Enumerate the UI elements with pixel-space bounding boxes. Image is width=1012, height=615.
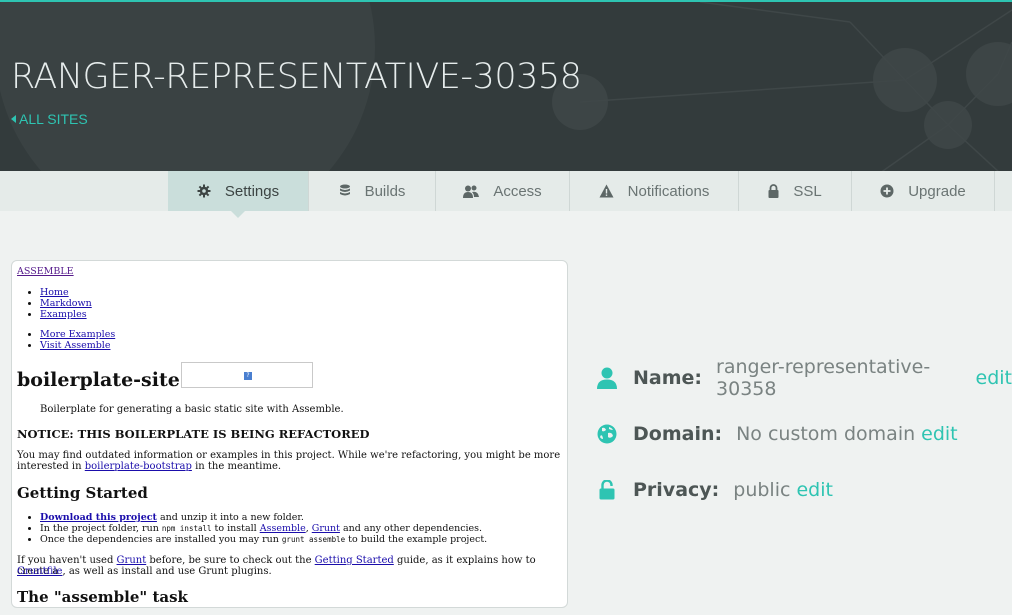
- preview-steps: Download this project and unzip it into …: [28, 512, 487, 545]
- tab-upgrade-label: Upgrade: [908, 182, 966, 200]
- list-item: More Examples: [40, 329, 115, 340]
- text-span: in the meantime.: [191, 461, 282, 472]
- tab-ssl[interactable]: SSL: [739, 171, 852, 211]
- list-item: Home: [40, 287, 92, 298]
- site-header: RANGER-REPRESENTATIVE-30358 ALL SITES: [0, 0, 1012, 171]
- broken-image-icon: ?: [244, 372, 252, 380]
- all-sites-link[interactable]: ALL SITES: [11, 111, 88, 127]
- grunt-link-2[interactable]: Grunt: [117, 555, 147, 566]
- preview-task-heading: The "assemble" task: [17, 588, 188, 606]
- privacy-value: public: [733, 479, 791, 501]
- tab-notifications[interactable]: Notifications: [570, 171, 739, 211]
- edit-name-link[interactable]: edit: [976, 367, 1012, 389]
- user-icon: [597, 366, 617, 390]
- text-span: before, be sure to check out the: [146, 555, 315, 566]
- preview-heading: boilerplate-site: [17, 369, 180, 391]
- globe-icon: [597, 422, 617, 446]
- tab-builds-label: Builds: [364, 182, 406, 200]
- site-privacy-row: Privacy: public edit: [597, 475, 833, 505]
- tab-settings[interactable]: Settings: [168, 171, 309, 218]
- list-item: In the project folder, run npm install t…: [40, 523, 487, 534]
- list-item: Markdown: [40, 298, 92, 309]
- preview-tagline: Boilerplate for generating a basic stati…: [40, 404, 344, 415]
- warning-icon: [599, 184, 614, 198]
- site-name-row: Name: ranger-representative-30358 edit: [597, 356, 1012, 400]
- name-label: Name:: [633, 367, 703, 389]
- gruntfile-link[interactable]: Gruntfile: [17, 566, 62, 577]
- list-item: Examples: [40, 309, 92, 320]
- preview-nav-primary: Home Markdown Examples: [28, 287, 92, 320]
- text-span: , as well as install and use Grunt plugi…: [62, 566, 272, 577]
- preview-nav-home[interactable]: Home: [40, 287, 69, 298]
- getting-started-guide-link[interactable]: Getting Started: [315, 555, 394, 566]
- preview-nav-more-examples[interactable]: More Examples: [40, 329, 115, 340]
- preview-getting-started: Getting Started: [17, 484, 148, 502]
- privacy-label: Privacy:: [633, 479, 720, 501]
- caret-left-icon: [11, 115, 16, 123]
- grunt-link[interactable]: Grunt: [312, 523, 340, 534]
- text-span: interested in: [17, 461, 85, 472]
- list-item: Download this project and unzip it into …: [40, 512, 487, 523]
- plus-circle-icon: [880, 184, 894, 198]
- list-item: Visit Assemble: [40, 340, 115, 351]
- download-project-link[interactable]: Download this project: [40, 512, 157, 523]
- tab-upgrade[interactable]: Upgrade: [852, 171, 995, 211]
- text-span: to build the example project.: [345, 534, 488, 545]
- text-span: Once the dependencies are installed you …: [40, 534, 282, 545]
- tab-access-label: Access: [493, 182, 542, 200]
- all-sites-label: ALL SITES: [19, 111, 88, 127]
- preview-nav-secondary: More Examples Visit Assemble: [28, 329, 115, 351]
- text-span: If you haven't used: [17, 555, 117, 566]
- preview-notice-text-1: You may find outdated information or exa…: [17, 450, 561, 461]
- list-item: Once the dependencies are installed you …: [40, 534, 487, 545]
- settings-tabbar: Settings Builds Access Notifications SSL…: [0, 171, 1012, 218]
- text-span: In the project folder, run: [40, 523, 162, 534]
- tab-ssl-label: SSL: [793, 182, 822, 200]
- tab-access[interactable]: Access: [436, 171, 570, 211]
- boilerplate-bootstrap-link[interactable]: boilerplate-bootstrap: [85, 461, 192, 472]
- tab-settings-label: Settings: [224, 182, 280, 200]
- site-title: RANGER-REPRESENTATIVE-30358: [11, 57, 582, 97]
- preview-nav-examples[interactable]: Examples: [40, 309, 87, 320]
- gear-icon: [197, 184, 211, 198]
- preview-nav-visit-assemble[interactable]: Visit Assemble: [40, 340, 110, 351]
- site-preview[interactable]: ASSEMBLE Home Markdown Examples More Exa…: [11, 260, 568, 608]
- grunt-assemble-code: grunt assemble: [281, 535, 346, 544]
- tab-notifications-label: Notifications: [627, 182, 710, 200]
- database-icon: [339, 184, 351, 198]
- name-value: ranger-representative-30358: [716, 356, 931, 400]
- assemble-link[interactable]: Assemble: [260, 523, 306, 534]
- site-domain-row: Domain: No custom domain edit: [597, 419, 958, 449]
- unlock-icon: [597, 478, 617, 502]
- broken-image: ?: [181, 362, 313, 388]
- preview-grunt-text-2: Gruntfile, as well as install and use Gr…: [17, 566, 272, 577]
- preview-notice-text-2: interested in boilerplate-bootstrap in t…: [17, 461, 281, 472]
- edit-privacy-link[interactable]: edit: [796, 479, 832, 501]
- preview-notice: NOTICE: THIS BOILERPLATE IS BEING REFACT…: [17, 427, 370, 441]
- preview-brand-link[interactable]: ASSEMBLE: [17, 266, 74, 277]
- edit-domain-link[interactable]: edit: [921, 423, 957, 445]
- text-span: and unzip it into a new folder.: [156, 512, 304, 523]
- text-span: to install: [211, 523, 260, 534]
- users-icon: [463, 185, 480, 198]
- preview-nav-markdown[interactable]: Markdown: [40, 298, 92, 309]
- lock-icon: [768, 184, 779, 198]
- tab-builds[interactable]: Builds: [309, 171, 436, 211]
- domain-value: No custom domain: [736, 423, 916, 445]
- npm-install-code: npm install: [161, 524, 212, 533]
- text-span: and any other dependencies.: [339, 523, 483, 534]
- domain-label: Domain:: [633, 423, 723, 445]
